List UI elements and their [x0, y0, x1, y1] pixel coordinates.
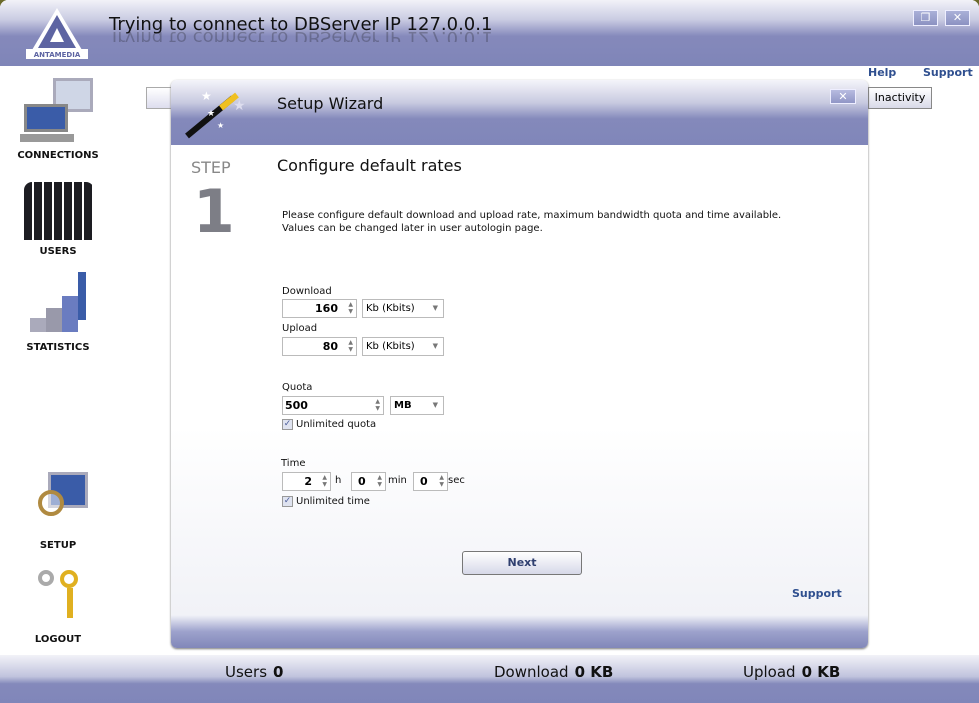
svg-text:★: ★: [217, 121, 224, 130]
spin-arrows-icon[interactable]: ▲ ▼: [348, 339, 353, 353]
users-icon: [8, 172, 108, 242]
sidebar-label: SETUP: [39, 540, 77, 551]
time-label: Time: [281, 458, 306, 469]
sidebar-item-connections[interactable]: CONNECTIONS: [8, 76, 108, 161]
unlimited-time-checkbox[interactable]: ✓ Unlimited time: [282, 496, 370, 508]
step-number: 1: [193, 177, 235, 247]
download-value: 0 KB: [574, 663, 614, 681]
sidebar-label: CONNECTIONS: [17, 150, 99, 161]
seconds-stepper[interactable]: 0 ▲ ▼: [413, 472, 448, 491]
wizard-support-link[interactable]: Support: [792, 587, 842, 600]
upload-unit-select[interactable]: Kb (Kbits) ▼: [362, 337, 444, 356]
description-line: Values can be changed later in user auto…: [282, 223, 543, 234]
upload-status: Upload 0 KB: [743, 663, 840, 681]
support-link[interactable]: Support: [923, 66, 973, 79]
quota-unit: MB: [394, 400, 412, 411]
sidebar-item-statistics[interactable]: STATISTICS: [8, 268, 108, 353]
upload-unit: Kb (Kbits): [366, 341, 415, 352]
title-bar: ANTAMEDIA Trying to connect to DBServer …: [0, 0, 979, 66]
computer-icon: [8, 76, 108, 146]
chevron-down-icon: ▼: [432, 342, 438, 350]
spin-arrows-icon[interactable]: ▲ ▼: [322, 474, 327, 488]
download-status: Download 0 KB: [494, 663, 613, 681]
next-button[interactable]: Next: [462, 551, 582, 575]
minutes-stepper[interactable]: 0 ▲ ▼: [351, 472, 386, 491]
upload-rate-stepper[interactable]: 80 ▲ ▼: [282, 337, 357, 356]
checkbox-checked-icon[interactable]: ✓: [282, 419, 293, 430]
close-button[interactable]: ✕: [945, 10, 970, 26]
sidebar-item-setup[interactable]: SETUP: [8, 466, 108, 551]
sidebar-item-users[interactable]: USERS: [8, 172, 108, 257]
spin-arrows-icon[interactable]: ▲ ▼: [377, 474, 382, 488]
checkbox-label: Unlimited time: [296, 496, 370, 507]
chevron-down-icon: ▼: [432, 401, 438, 409]
hours-value: 2: [304, 475, 312, 488]
antamedia-logo: ANTAMEDIA: [26, 8, 88, 59]
download-unit: Kb (Kbits): [366, 303, 415, 314]
wizard-description: Please configure default download and up…: [282, 209, 781, 235]
download-label: Download: [494, 663, 569, 681]
inactivity-tab[interactable]: Inactivity: [868, 87, 932, 109]
wizard-close-button[interactable]: ✕: [830, 89, 856, 104]
spin-arrows-icon[interactable]: ▲ ▼: [439, 474, 444, 488]
restore-button[interactable]: ❐: [913, 10, 938, 26]
wizard-header: ★ ★ ★ ★ Setup Wizard ✕: [171, 80, 868, 145]
sidebar-label: STATISTICS: [26, 342, 90, 353]
seconds-value: 0: [420, 475, 428, 488]
upload-value: 80: [322, 340, 338, 353]
users-label: Users: [225, 663, 268, 681]
close-icon: ✕: [952, 11, 963, 24]
setup-wizard-dialog: ★ ★ ★ ★ Setup Wizard ✕ STEP 1 Configure def…: [171, 80, 868, 648]
hours-unit: h: [335, 475, 342, 486]
users-value: 0: [273, 663, 284, 681]
main-window: ANTAMEDIA Trying to connect to DBServer …: [0, 0, 979, 703]
svg-text:★: ★: [207, 109, 215, 119]
chevron-down-icon: ▼: [432, 304, 438, 312]
quota-stepper[interactable]: 500 ▲ ▼: [282, 396, 384, 415]
help-link[interactable]: Help: [868, 66, 896, 79]
sidebar-label: LOGOUT: [34, 634, 82, 645]
description-line: Please configure default download and up…: [282, 210, 782, 221]
unlimited-quota-checkbox[interactable]: ✓ Unlimited quota: [282, 419, 376, 431]
wizard-title: Setup Wizard: [277, 94, 384, 113]
sidebar-label: USERS: [39, 246, 77, 257]
checkbox-checked-icon[interactable]: ✓: [282, 496, 293, 507]
minutes-unit: min: [388, 475, 407, 486]
minutes-value: 0: [358, 475, 366, 488]
wizard-body: STEP 1 Configure default rates Please co…: [171, 145, 868, 615]
spin-arrows-icon[interactable]: ▲ ▼: [348, 301, 353, 315]
quota-value: 500: [285, 399, 308, 412]
quota-unit-select[interactable]: MB ▼: [390, 396, 444, 415]
setup-icon: [8, 466, 108, 536]
download-unit-select[interactable]: Kb (Kbits) ▼: [362, 299, 444, 318]
upload-label: Upload: [282, 323, 318, 334]
sidebar-item-logout[interactable]: LOGOUT: [8, 560, 108, 645]
svg-text:★: ★: [201, 89, 212, 103]
status-bar: Users 0 Download 0 KB Upload 0 KB: [0, 655, 979, 703]
wizard-footer: [171, 615, 868, 648]
close-icon: ✕: [838, 90, 848, 103]
wizard-heading: Configure default rates: [277, 156, 462, 175]
hours-stepper[interactable]: 2 ▲ ▼: [282, 472, 331, 491]
users-status: Users 0: [225, 663, 283, 681]
spin-arrows-icon[interactable]: ▲ ▼: [375, 398, 380, 412]
quota-label: Quota: [282, 382, 313, 393]
svg-text:ANTAMEDIA: ANTAMEDIA: [34, 51, 81, 59]
keys-icon: [8, 560, 108, 630]
download-value: 160: [315, 302, 338, 315]
upload-value: 0 KB: [801, 663, 841, 681]
svg-text:★: ★: [233, 98, 246, 114]
window-title-reflection: Trying to connect to DBServer IP 127.0.0…: [109, 32, 492, 42]
magic-wand-icon: ★★★★: [185, 89, 246, 139]
upload-label: Upload: [743, 663, 796, 681]
step-label: STEP: [191, 158, 231, 177]
seconds-unit: sec: [448, 475, 465, 486]
download-rate-stepper[interactable]: 160 ▲ ▼: [282, 299, 357, 318]
download-label: Download: [282, 286, 332, 297]
restore-icon: ❐: [920, 11, 931, 24]
chart-icon: [8, 268, 108, 338]
checkbox-label: Unlimited quota: [296, 419, 377, 430]
